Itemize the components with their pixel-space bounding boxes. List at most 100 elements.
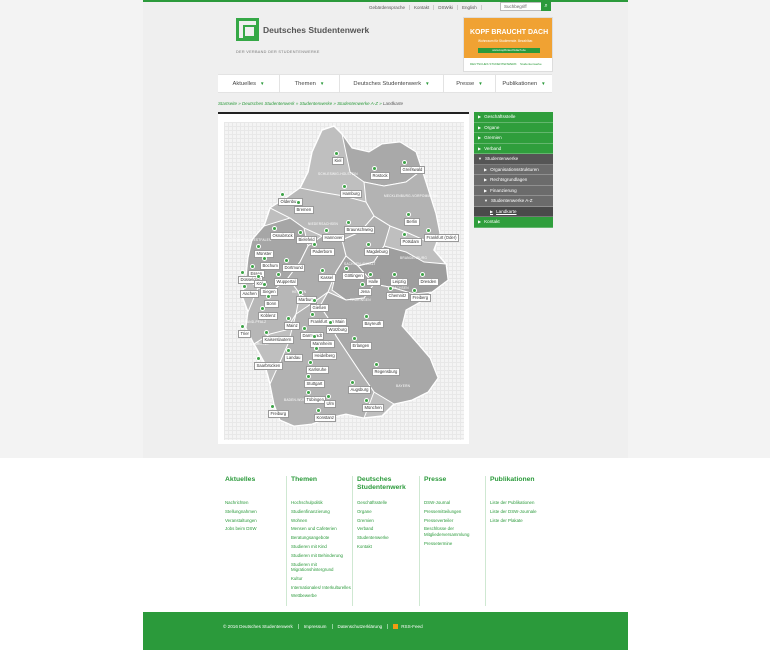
city-marker[interactable]: Bayreuth	[362, 320, 384, 328]
map-pin-icon[interactable]	[426, 228, 431, 233]
map-pin-icon[interactable]	[298, 290, 303, 295]
map-pin-icon[interactable]	[306, 390, 311, 395]
footer-link[interactable]: Jobs beim DSW	[225, 526, 287, 532]
footer-link[interactable]: Studieren mit Kind	[291, 544, 353, 550]
footer-link[interactable]: Pressemitteilungen	[424, 509, 486, 515]
footer-link[interactable]: Gremien	[357, 518, 419, 524]
map-pin-icon[interactable]	[314, 346, 319, 351]
city-marker[interactable]: Aachen	[240, 290, 260, 298]
map-pin-icon[interactable]	[240, 324, 245, 329]
map-pin-icon[interactable]	[350, 380, 355, 385]
meta-link-english[interactable]: English	[458, 4, 482, 10]
sidebar-item-rechtsgrundlagen[interactable]: ▶ Rechtsgrundlagen	[474, 175, 553, 186]
city-marker[interactable]: Rostock	[370, 172, 391, 180]
map-pin-icon[interactable]	[388, 286, 393, 291]
city-marker[interactable]: Leipzig	[390, 278, 409, 286]
footer-link[interactable]: DSW-Journal	[424, 500, 486, 506]
logo-icon[interactable]	[236, 18, 259, 41]
city-marker[interactable]: Heidelberg	[312, 352, 338, 360]
map-pin-icon[interactable]	[280, 192, 285, 197]
city-marker[interactable]: Landau	[284, 354, 303, 362]
sidebar-item-studentenwerke[interactable]: ▼ Studentenwerke	[474, 154, 553, 165]
map-pin-icon[interactable]	[420, 272, 425, 277]
map-pin-icon[interactable]	[256, 244, 261, 249]
map-pin-icon[interactable]	[316, 408, 321, 413]
meta-link-contact[interactable]: Kontakt	[410, 4, 435, 10]
map-pin-icon[interactable]	[392, 272, 397, 277]
map-pin-icon[interactable]	[368, 272, 373, 277]
city-marker[interactable]: Bremen	[294, 206, 314, 214]
footer-link[interactable]: Geschäftsstelle	[357, 500, 419, 506]
map-pin-icon[interactable]	[298, 230, 303, 235]
map-pin-icon[interactable]	[346, 220, 351, 225]
city-marker[interactable]: Jena	[358, 288, 373, 296]
footer-link[interactable]: Mensen und Cafeterien	[291, 526, 353, 532]
campaign-banner[interactable]: KOPF BRAUCHT DACH Wohnraum für Studieren…	[463, 17, 553, 72]
nav-aktuelles[interactable]: Aktuelles ▼	[218, 75, 280, 92]
map-pin-icon[interactable]	[324, 228, 329, 233]
map-pin-icon[interactable]	[264, 330, 269, 335]
city-marker[interactable]: Ulm	[324, 400, 337, 408]
map-pin-icon[interactable]	[412, 288, 417, 293]
footer-heading[interactable]: Presse	[424, 476, 486, 496]
sidebar-item-gesch-ftsstelle[interactable]: ▶ Geschäftsstelle	[474, 112, 553, 123]
city-marker[interactable]: Hannover	[322, 234, 346, 242]
city-marker[interactable]: Gießen	[310, 304, 329, 312]
map-pin-icon[interactable]	[360, 282, 365, 287]
map-pin-icon[interactable]	[372, 166, 377, 171]
footer-link[interactable]: Organe	[357, 509, 419, 515]
search-button[interactable]: ⌕	[541, 2, 551, 11]
sidebar-item-finanzierung[interactable]: ▶ Finanzierung	[474, 185, 553, 196]
city-marker[interactable]: Mainz	[284, 322, 301, 330]
city-marker[interactable]: Kaiserslautern	[262, 336, 294, 344]
city-marker[interactable]: Greifswald	[400, 166, 425, 174]
footer-link[interactable]: Kontakt	[357, 544, 419, 550]
sidebar-item-organisationsstrukturen[interactable]: ▶ Organisationsstrukturen	[474, 164, 553, 175]
footer-link[interactable]: Liste der Plakate	[490, 518, 552, 524]
footer-link[interactable]: Internationales/ Interkulturelles	[291, 585, 353, 591]
map-pin-icon[interactable]	[352, 336, 357, 341]
footer-link[interactable]: Verband	[357, 526, 419, 532]
map-pin-icon[interactable]	[320, 268, 325, 273]
breadcrumb-studentenwerke[interactable]: Studentenwerke	[300, 101, 333, 106]
footer-link[interactable]: Presseverteiler	[424, 518, 486, 524]
map-pin-icon[interactable]	[250, 264, 255, 269]
city-marker[interactable]: Konstanz	[314, 414, 337, 422]
city-marker[interactable]: Dortmund	[282, 264, 306, 272]
footer-link[interactable]: Studentenwerke	[357, 535, 419, 541]
city-marker[interactable]: Koblenz	[258, 312, 279, 320]
breadcrumb-startseite[interactable]: Startseite	[218, 101, 237, 106]
map-pin-icon[interactable]	[326, 394, 331, 399]
map-pin-icon[interactable]	[402, 232, 407, 237]
sidebar-item-studentenwerke-a-z[interactable]: ▼ Studentenwerke A-Z	[474, 196, 553, 207]
sidebar-item-organe[interactable]: ▶ Organe	[474, 122, 553, 133]
city-marker[interactable]: Freiburg	[268, 410, 289, 418]
city-marker[interactable]: Bochum	[260, 262, 281, 270]
footer-heading[interactable]: Publikationen	[490, 476, 552, 496]
map-pin-icon[interactable]	[334, 151, 339, 156]
impressum-link[interactable]: Impressum	[299, 624, 333, 630]
map-pin-icon[interactable]	[276, 272, 281, 277]
map-pin-icon[interactable]	[366, 242, 371, 247]
map-pin-icon[interactable]	[312, 334, 317, 339]
city-marker[interactable]: Halle	[366, 278, 381, 286]
city-marker[interactable]: Kiel	[332, 157, 344, 165]
footer-link[interactable]: Beratungsangebote	[291, 535, 353, 541]
map-pin-icon[interactable]	[306, 374, 311, 379]
city-marker[interactable]: München	[362, 404, 385, 412]
map-pin-icon[interactable]	[312, 242, 317, 247]
footer-link[interactable]: Hochschulpolitik	[291, 500, 353, 506]
map-pin-icon[interactable]	[406, 212, 411, 217]
city-marker[interactable]: Trier	[238, 330, 252, 338]
map-pin-icon[interactable]	[364, 314, 369, 319]
meta-link-dswiki[interactable]: DSWiki	[434, 4, 459, 10]
map-pin-icon[interactable]	[262, 282, 267, 287]
footer-link[interactable]: Wohnen	[291, 518, 353, 524]
map-pin-icon[interactable]	[310, 312, 315, 317]
map-pin-icon[interactable]	[328, 320, 333, 325]
map-pin-icon[interactable]	[308, 360, 313, 365]
sidebar-item-verband[interactable]: ▶ Verband	[474, 143, 553, 154]
map-pin-icon[interactable]	[402, 160, 407, 165]
city-marker[interactable]: Dresden	[418, 278, 439, 286]
map-pin-icon[interactable]	[256, 274, 261, 279]
